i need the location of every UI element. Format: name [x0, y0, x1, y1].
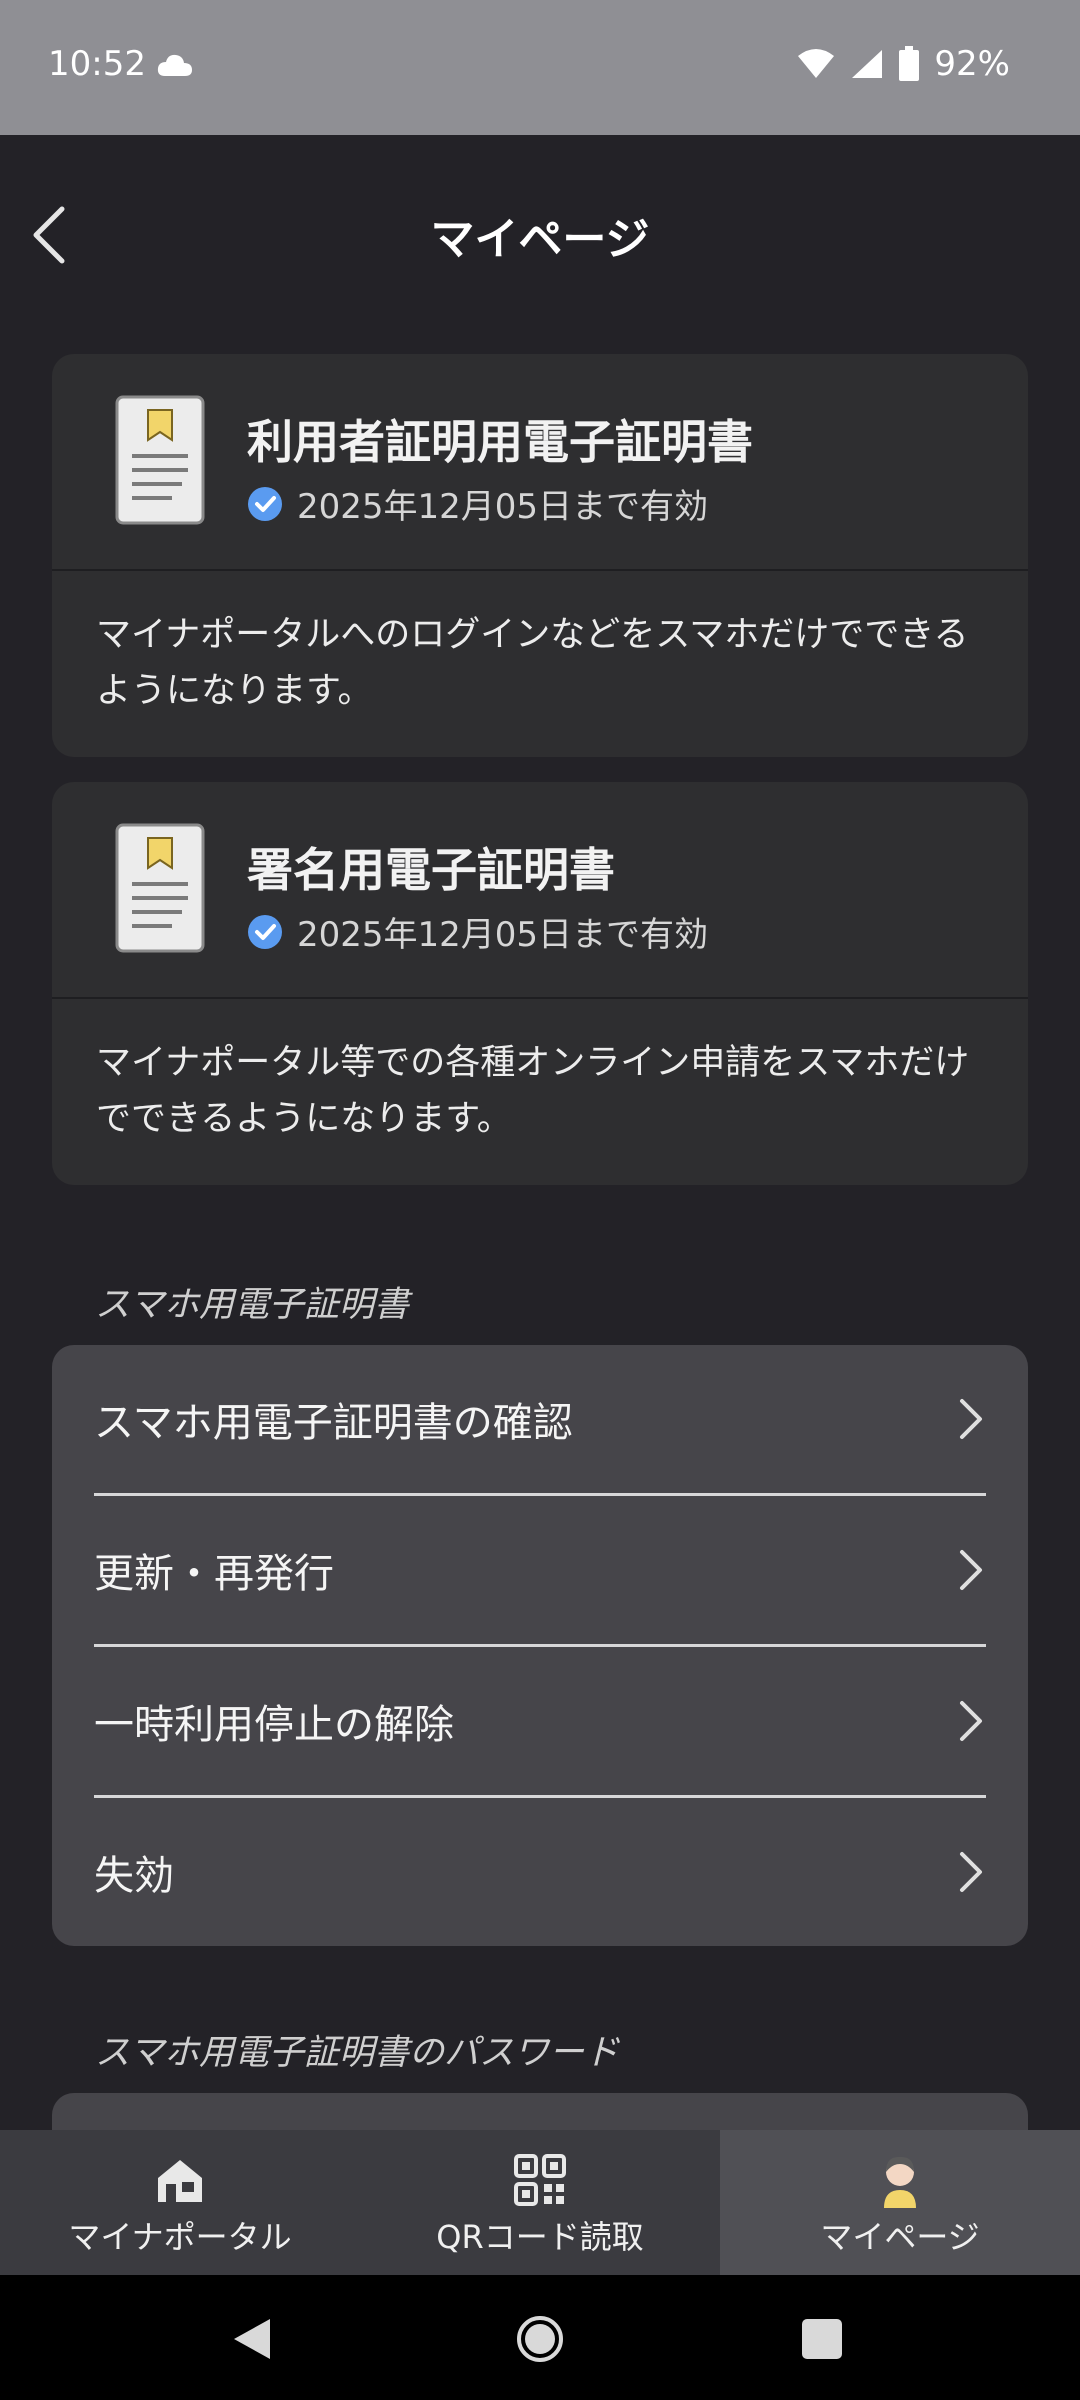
menu-item-label: 失効 — [94, 1853, 174, 1899]
chevron-right-icon — [960, 1399, 982, 1439]
nav-label: QRコード読取 — [436, 2218, 644, 2256]
system-back-icon[interactable] — [232, 2317, 272, 2361]
status-time: 10:52 — [48, 44, 146, 84]
app-bar: マイページ — [0, 135, 1080, 325]
battery-percent: 92% — [934, 44, 1010, 84]
cloud-icon — [157, 54, 192, 76]
wifi-icon — [798, 49, 835, 78]
check-circle-icon — [248, 486, 282, 521]
battery-icon — [899, 46, 920, 81]
nav-item-my-page[interactable]: マイページ — [720, 2130, 1080, 2275]
menu-item-label: 更新・再発行 — [94, 1551, 334, 1597]
menu-item-release-suspension[interactable]: 一時利用停止の解除 — [94, 1647, 986, 1798]
house-icon — [158, 2160, 202, 2202]
nav-label: マイナポータル — [68, 2218, 292, 2256]
qr-code-icon — [514, 2154, 566, 2206]
nav-label: マイページ — [820, 2218, 980, 2256]
certificate-card-signature: 署名用電子証明書 2025年12月05日まで有効 マイナポータル等での各種オンラ… — [52, 782, 1028, 1185]
menu-item-renew-reissue[interactable]: 更新・再発行 — [94, 1496, 986, 1647]
certificate-validity: 2025年12月05日まで有効 — [247, 479, 708, 528]
nav-item-myna-portal[interactable]: マイナポータル — [0, 2130, 360, 2275]
section-label-password: スマホ用電子証明書のパスワード — [95, 2033, 619, 2073]
check-circle-icon — [248, 914, 282, 949]
certificate-menu: スマホ用電子証明書の確認 更新・再発行 一時利用停止の解除 失効 — [52, 1345, 1028, 1946]
validity-text: 2025年12月05日まで有効 — [297, 487, 709, 527]
menu-item-check-certificate[interactable]: スマホ用電子証明書の確認 — [94, 1345, 986, 1496]
signal-icon — [852, 50, 883, 78]
certificate-title: 署名用電子証明書 — [247, 843, 615, 897]
user-avatar-icon — [884, 2156, 916, 2208]
system-home-icon[interactable] — [516, 2315, 564, 2363]
section-label-certificate: スマホ用電子証明書 — [95, 1285, 409, 1325]
bottom-nav: マイナポータル QRコード読取 マイページ — [0, 2130, 1080, 2275]
menu-item-label: 一時利用停止の解除 — [94, 1702, 454, 1748]
chevron-right-icon — [960, 1550, 982, 1590]
certificate-title: 利用者証明用電子証明書 — [247, 415, 753, 469]
chevron-right-icon — [960, 1852, 982, 1892]
certificate-document-icon — [115, 823, 205, 953]
chevron-right-icon — [960, 1701, 982, 1741]
menu-item-revoke[interactable]: 失効 — [94, 1798, 986, 1946]
certificate-card-user: 利用者証明用電子証明書 2025年12月05日まで有効 マイナポータルへのログイ… — [52, 354, 1028, 757]
page-title: マイページ — [430, 214, 650, 265]
menu-item-label: スマホ用電子証明書の確認 — [94, 1400, 573, 1446]
nav-item-qr-reader[interactable]: QRコード読取 — [360, 2130, 720, 2275]
certificate-description: マイナポータルへのログインなどをスマホだけでできるようになります。 — [96, 615, 969, 711]
status-icons: 92% — [796, 44, 1010, 84]
certificate-description: マイナポータル等での各種オンライン申請をスマホだけでできるようになります。 — [96, 1043, 970, 1139]
certificate-document-icon — [115, 395, 205, 525]
system-nav-bar — [0, 2275, 1080, 2400]
status-bar: 10:52 92% — [0, 0, 1080, 135]
validity-text: 2025年12月05日まで有効 — [297, 915, 709, 955]
system-recents-icon[interactable] — [802, 2319, 842, 2359]
certificate-validity: 2025年12月05日まで有効 — [247, 907, 708, 956]
